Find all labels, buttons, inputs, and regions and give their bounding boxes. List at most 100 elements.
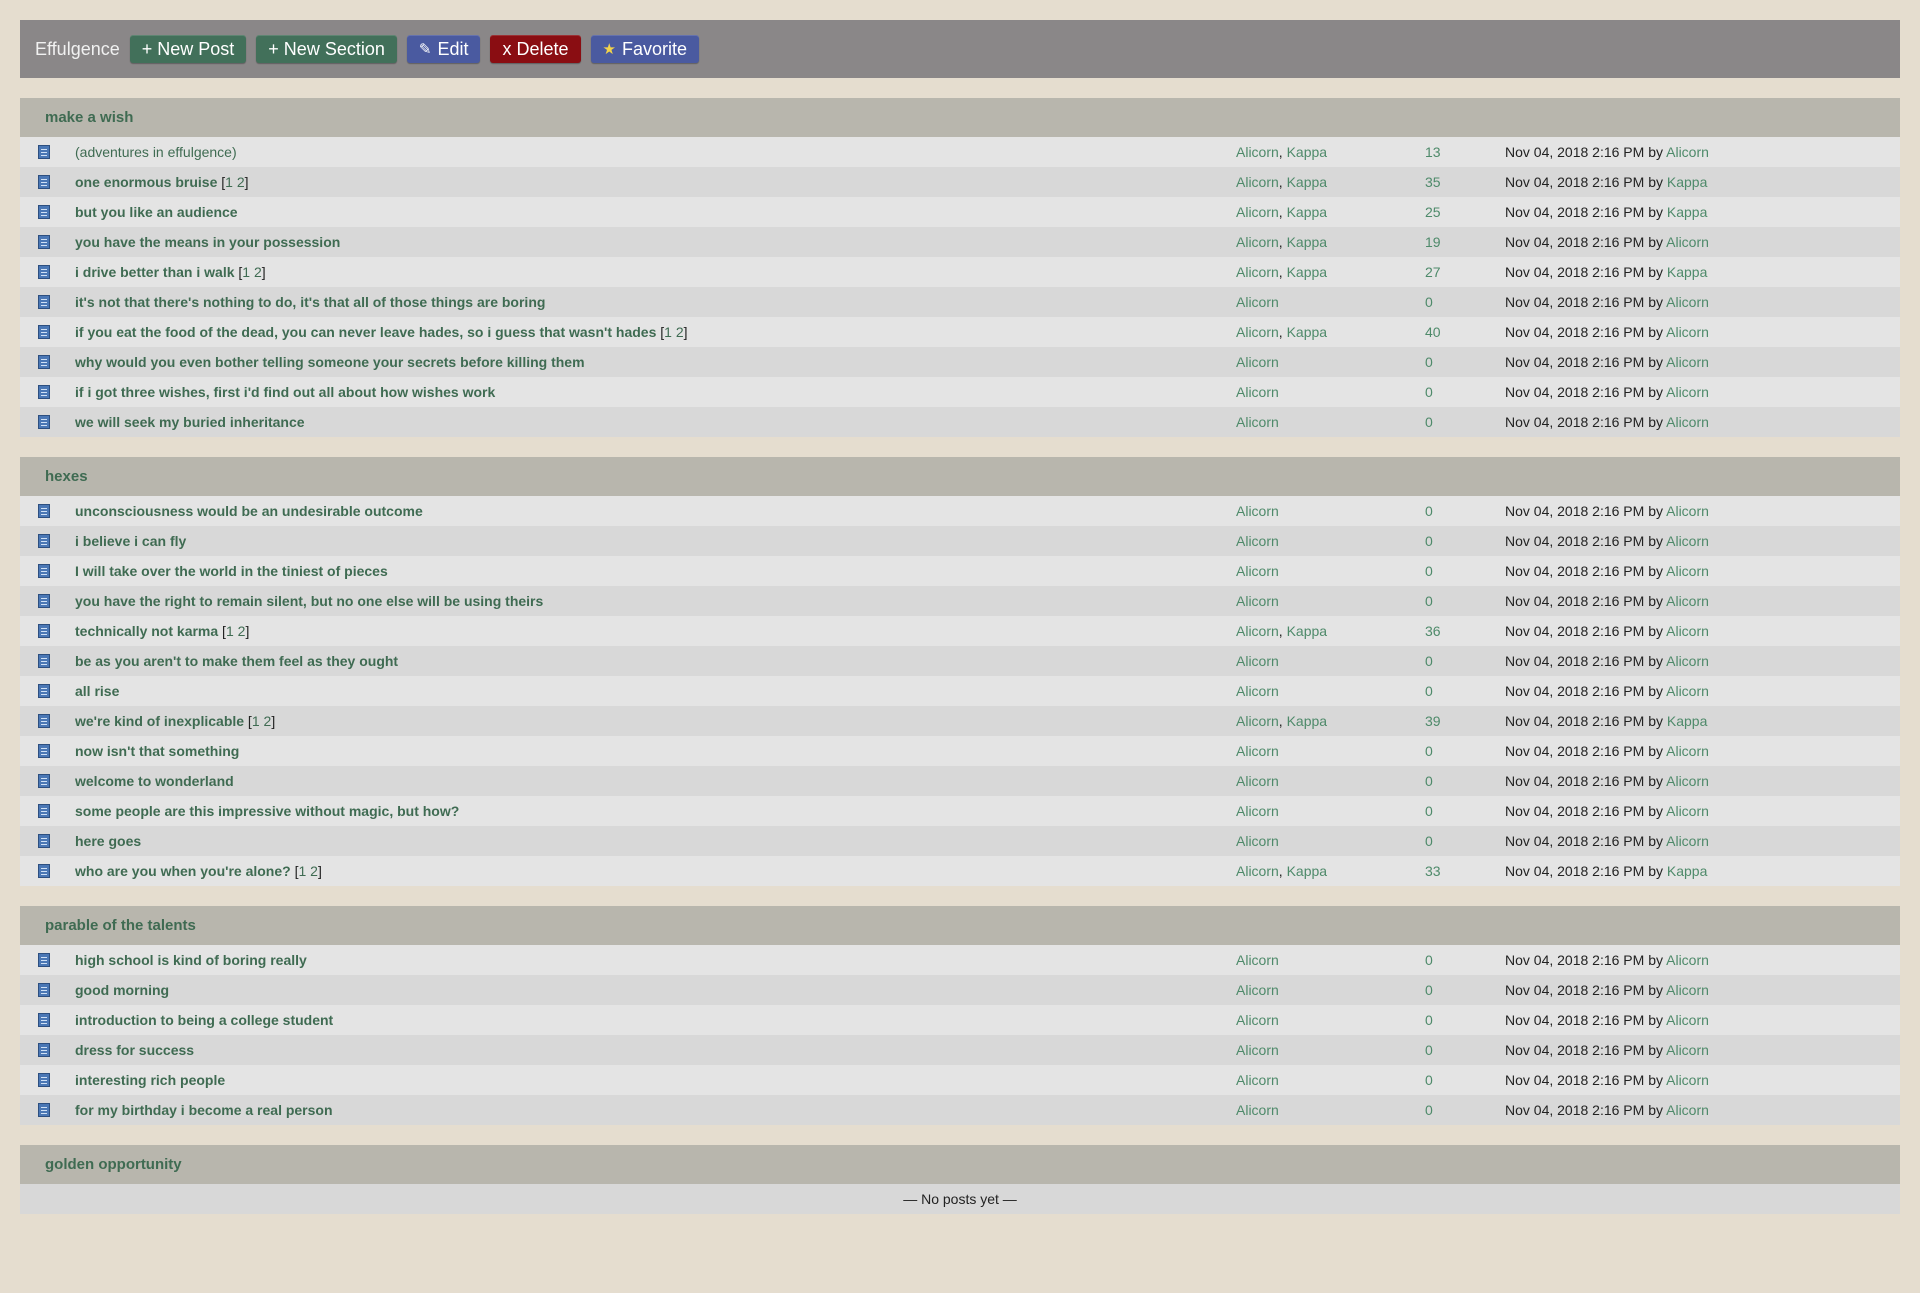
page-link[interactable]: 2 <box>237 174 245 190</box>
post-title-link[interactable]: be as you aren't to make them feel as th… <box>75 653 398 669</box>
reply-count[interactable]: 0 <box>1425 414 1433 430</box>
last-author-link[interactable]: Alicorn <box>1666 503 1709 519</box>
author-link[interactable]: Alicorn <box>1236 533 1279 549</box>
document-icon[interactable] <box>38 1073 50 1087</box>
reply-count[interactable]: 25 <box>1425 204 1441 220</box>
document-icon[interactable] <box>38 325 50 339</box>
document-icon[interactable] <box>38 774 50 788</box>
author-link[interactable]: Alicorn <box>1236 234 1279 250</box>
page-link[interactable]: 2 <box>264 713 272 729</box>
last-author-link[interactable]: Alicorn <box>1666 952 1709 968</box>
reply-count[interactable]: 0 <box>1425 982 1433 998</box>
reply-count[interactable]: 0 <box>1425 803 1433 819</box>
post-title-link[interactable]: why would you even bother telling someon… <box>75 354 585 370</box>
document-icon[interactable] <box>38 265 50 279</box>
last-author-link[interactable]: Kappa <box>1667 204 1707 220</box>
author-link[interactable]: Kappa <box>1287 623 1327 639</box>
author-link[interactable]: Alicorn <box>1236 144 1279 160</box>
page-link[interactable]: 2 <box>254 264 262 280</box>
document-icon[interactable] <box>38 624 50 638</box>
post-title-link[interactable]: you have the means in your possession <box>75 234 340 250</box>
document-icon[interactable] <box>38 295 50 309</box>
last-author-link[interactable]: Alicorn <box>1666 234 1709 250</box>
last-author-link[interactable]: Alicorn <box>1666 384 1709 400</box>
last-author-link[interactable]: Alicorn <box>1666 354 1709 370</box>
document-icon[interactable] <box>38 175 50 189</box>
last-author-link[interactable]: Alicorn <box>1666 1042 1709 1058</box>
last-author-link[interactable]: Kappa <box>1667 863 1707 879</box>
post-title-link[interactable]: for my birthday i become a real person <box>75 1102 333 1118</box>
last-author-link[interactable]: Alicorn <box>1666 414 1709 430</box>
post-title-link[interactable]: welcome to wonderland <box>75 773 234 789</box>
page-link[interactable]: 1 <box>298 863 306 879</box>
reply-count[interactable]: 0 <box>1425 773 1433 789</box>
post-title-link[interactable]: technically not karma <box>75 623 218 639</box>
author-link[interactable]: Kappa <box>1287 863 1327 879</box>
delete-button[interactable]: x Delete <box>490 35 581 63</box>
post-title-link[interactable]: but you like an audience <box>75 204 238 220</box>
author-link[interactable]: Alicorn <box>1236 264 1279 280</box>
new-section-button[interactable]: + New Section <box>256 35 397 63</box>
last-author-link[interactable]: Alicorn <box>1666 803 1709 819</box>
document-icon[interactable] <box>38 415 50 429</box>
document-icon[interactable] <box>38 953 50 967</box>
page-link[interactable]: 1 <box>664 324 672 340</box>
post-title-link[interactable]: now isn't that something <box>75 743 239 759</box>
page-link[interactable]: 1 <box>242 264 250 280</box>
author-link[interactable]: Kappa <box>1287 204 1327 220</box>
post-title-link[interactable]: if i got three wishes, first i'd find ou… <box>75 384 495 400</box>
reply-count[interactable]: 39 <box>1425 713 1441 729</box>
reply-count[interactable]: 0 <box>1425 593 1433 609</box>
author-link[interactable]: Alicorn <box>1236 1012 1279 1028</box>
last-author-link[interactable]: Alicorn <box>1666 833 1709 849</box>
reply-count[interactable]: 19 <box>1425 234 1441 250</box>
author-link[interactable]: Alicorn <box>1236 773 1279 789</box>
last-author-link[interactable]: Kappa <box>1667 264 1707 280</box>
last-author-link[interactable]: Alicorn <box>1666 1012 1709 1028</box>
author-link[interactable]: Alicorn <box>1236 713 1279 729</box>
document-icon[interactable] <box>38 504 50 518</box>
document-icon[interactable] <box>38 654 50 668</box>
author-link[interactable]: Alicorn <box>1236 1042 1279 1058</box>
author-link[interactable]: Alicorn <box>1236 354 1279 370</box>
author-link[interactable]: Alicorn <box>1236 563 1279 579</box>
reply-count[interactable]: 0 <box>1425 683 1433 699</box>
author-link[interactable]: Alicorn <box>1236 384 1279 400</box>
reply-count[interactable]: 36 <box>1425 623 1441 639</box>
document-icon[interactable] <box>38 744 50 758</box>
app-title[interactable]: Effulgence <box>35 39 120 60</box>
reply-count[interactable]: 0 <box>1425 563 1433 579</box>
document-icon[interactable] <box>38 983 50 997</box>
document-icon[interactable] <box>38 804 50 818</box>
last-author-link[interactable]: Alicorn <box>1666 1102 1709 1118</box>
last-author-link[interactable]: Alicorn <box>1666 773 1709 789</box>
document-icon[interactable] <box>38 864 50 878</box>
reply-count[interactable]: 0 <box>1425 1012 1433 1028</box>
last-author-link[interactable]: Kappa <box>1667 713 1707 729</box>
last-author-link[interactable]: Alicorn <box>1666 563 1709 579</box>
document-icon[interactable] <box>38 594 50 608</box>
author-link[interactable]: Alicorn <box>1236 743 1279 759</box>
section-title[interactable]: make a wish <box>20 98 1900 137</box>
document-icon[interactable] <box>38 564 50 578</box>
reply-count[interactable]: 0 <box>1425 1102 1433 1118</box>
reply-count[interactable]: 0 <box>1425 533 1433 549</box>
author-link[interactable]: Alicorn <box>1236 683 1279 699</box>
post-title-link[interactable]: if you eat the food of the dead, you can… <box>75 324 656 340</box>
author-link[interactable]: Alicorn <box>1236 503 1279 519</box>
last-author-link[interactable]: Alicorn <box>1666 982 1709 998</box>
last-author-link[interactable]: Alicorn <box>1666 623 1709 639</box>
post-title-link[interactable]: dress for success <box>75 1042 194 1058</box>
post-title-link[interactable]: we're kind of inexplicable <box>75 713 244 729</box>
reply-count[interactable]: 0 <box>1425 1072 1433 1088</box>
last-author-link[interactable]: Alicorn <box>1666 743 1709 759</box>
reply-count[interactable]: 27 <box>1425 264 1441 280</box>
reply-count[interactable]: 0 <box>1425 354 1433 370</box>
last-author-link[interactable]: Alicorn <box>1666 1072 1709 1088</box>
reply-count[interactable]: 0 <box>1425 294 1433 310</box>
page-link[interactable]: 1 <box>226 623 234 639</box>
reply-count[interactable]: 33 <box>1425 863 1441 879</box>
author-link[interactable]: Kappa <box>1287 324 1327 340</box>
page-link[interactable]: 1 <box>252 713 260 729</box>
section-title[interactable]: hexes <box>20 457 1900 496</box>
